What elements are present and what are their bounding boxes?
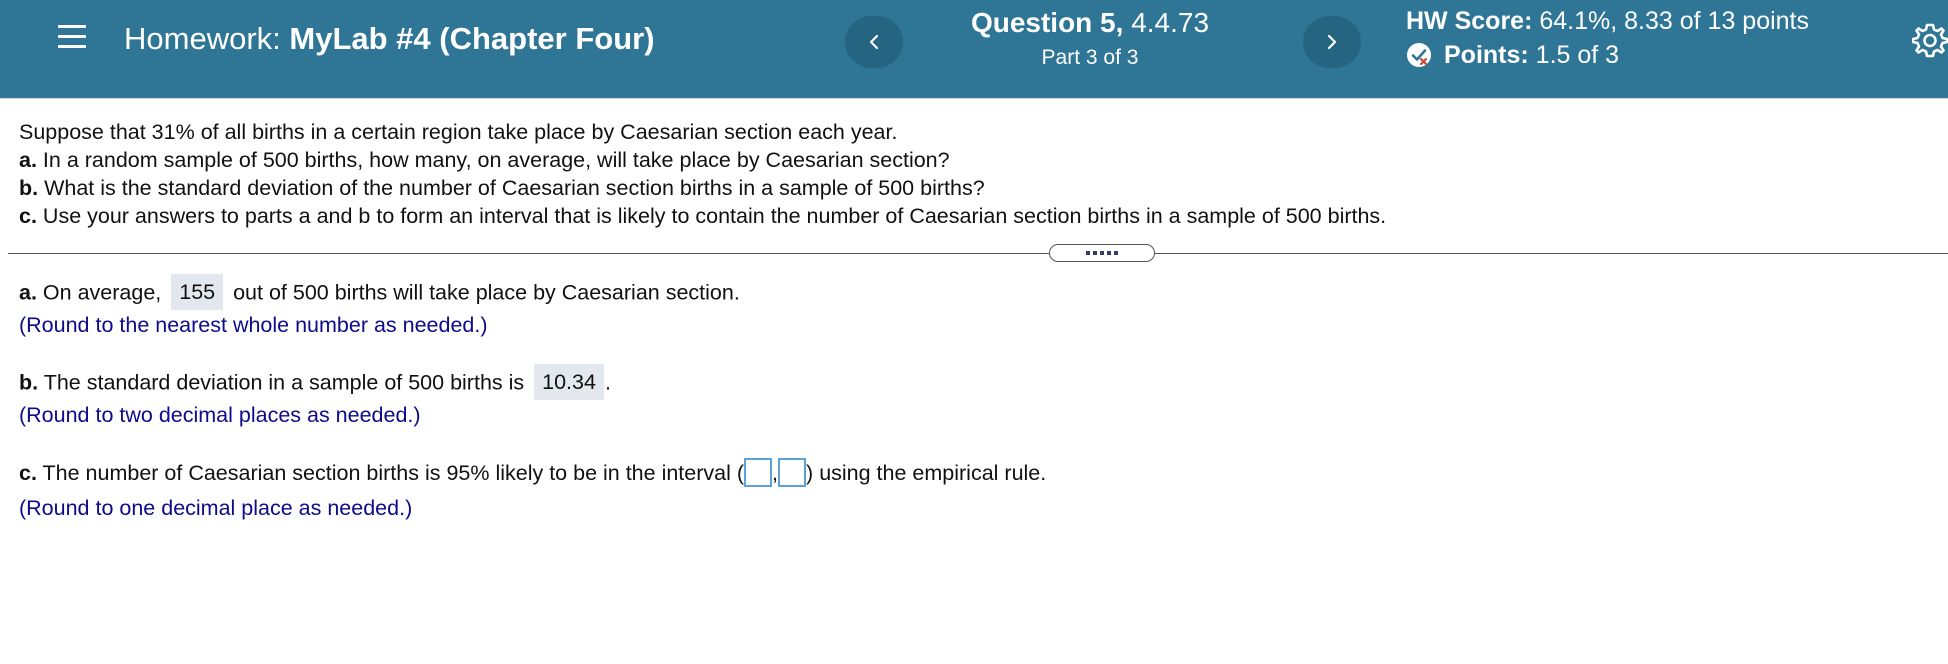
question-info: Question 5, 4.4.73 Part 3 of 3: [930, 6, 1250, 72]
top-bar: Homework: MyLab #4 (Chapter Four) Questi…: [0, 0, 1948, 99]
points-label: Points:: [1444, 41, 1529, 69]
problem-part-b: b. What is the standard deviation of the…: [19, 174, 1919, 202]
answer-c-prefix: The number of Caesarian section births i…: [42, 461, 731, 485]
homework-title: Homework: MyLab #4 (Chapter Four): [124, 20, 655, 58]
question-label: Question 5,: [970, 7, 1124, 38]
previous-question-button[interactable]: [845, 16, 903, 68]
next-question-button[interactable]: [1303, 16, 1361, 68]
problem-intro: Suppose that 31% of all births in a cert…: [19, 120, 898, 144]
more-dots-icon: [1086, 251, 1118, 255]
part-b-label: b.: [19, 176, 39, 200]
question-id: 4.4.73: [1131, 7, 1210, 38]
answer-b-label: b.: [19, 370, 39, 395]
chevron-left-icon: [869, 34, 879, 50]
interval-lower-input[interactable]: [744, 457, 773, 487]
problem-part-c: c. Use your answers to parts a and b to …: [19, 202, 1919, 230]
part-c-label: c.: [19, 204, 37, 228]
answer-a: a. On average, 155 out of 500 births wil…: [19, 274, 740, 312]
answer-a-suffix: out of 500 births will take place by Cae…: [233, 280, 740, 305]
problem-statement: Suppose that 31% of all births in a cert…: [19, 118, 1919, 230]
hw-score-label: HW Score:: [1406, 7, 1533, 35]
part-a-label: a.: [19, 148, 37, 172]
gear-icon[interactable]: [1912, 22, 1948, 58]
section-divider: [8, 253, 1948, 254]
expand-button[interactable]: [1049, 244, 1155, 262]
part-a-text: In a random sample of 500 births, how ma…: [42, 148, 950, 172]
partial-credit-icon: [1407, 43, 1431, 67]
answer-b-hint: (Round to two decimal places as needed.): [19, 403, 421, 427]
hw-score: HW Score: 64.1%, 8.33 of 13 points: [1406, 6, 1826, 36]
answer-a-label: a.: [19, 280, 37, 305]
interval-upper-input[interactable]: [778, 457, 807, 487]
answer-c-hint: (Round to one decimal place as needed.): [19, 496, 413, 520]
answer-c: c. The number of Caesarian section birth…: [19, 457, 1047, 489]
problem-part-a: a. In a random sample of 500 births, how…: [19, 146, 1919, 174]
hw-score-value: 64.1%, 8.33 of 13 points: [1539, 7, 1810, 35]
question-number: Question 5, 4.4.73: [930, 6, 1250, 40]
answer-b-suffix: .: [604, 370, 611, 395]
points-value: 1.5 of 3: [1535, 41, 1620, 69]
interval-open-paren: (: [736, 461, 745, 485]
interval-close-paren: ): [806, 461, 814, 485]
score-panel: HW Score: 64.1%, 8.33 of 13 points Point…: [1406, 6, 1826, 70]
answer-b-input[interactable]: 10.34: [534, 364, 604, 400]
answer-a-hint: (Round to the nearest whole number as ne…: [19, 313, 488, 337]
homework-name: MyLab #4 (Chapter Four): [289, 21, 655, 56]
part-c-text: Use your answers to parts a and b to for…: [42, 204, 1387, 228]
answer-c-suffix: using the empirical rule.: [819, 461, 1047, 485]
question-points: Points: 1.5 of 3: [1406, 40, 1826, 70]
answer-a-input[interactable]: 155: [171, 274, 224, 310]
answer-c-label: c.: [19, 461, 37, 485]
part-b-text: What is the standard deviation of the nu…: [44, 176, 985, 200]
answer-b-prefix: The standard deviation in a sample of 50…: [43, 370, 525, 395]
homework-prefix: Homework:: [124, 21, 281, 56]
hamburger-menu-icon[interactable]: [58, 24, 86, 50]
question-part: Part 3 of 3: [1041, 46, 1139, 69]
chevron-right-icon: [1327, 34, 1337, 50]
answer-b: b. The standard deviation in a sample of…: [19, 364, 611, 402]
answer-a-prefix: On average,: [42, 280, 162, 305]
